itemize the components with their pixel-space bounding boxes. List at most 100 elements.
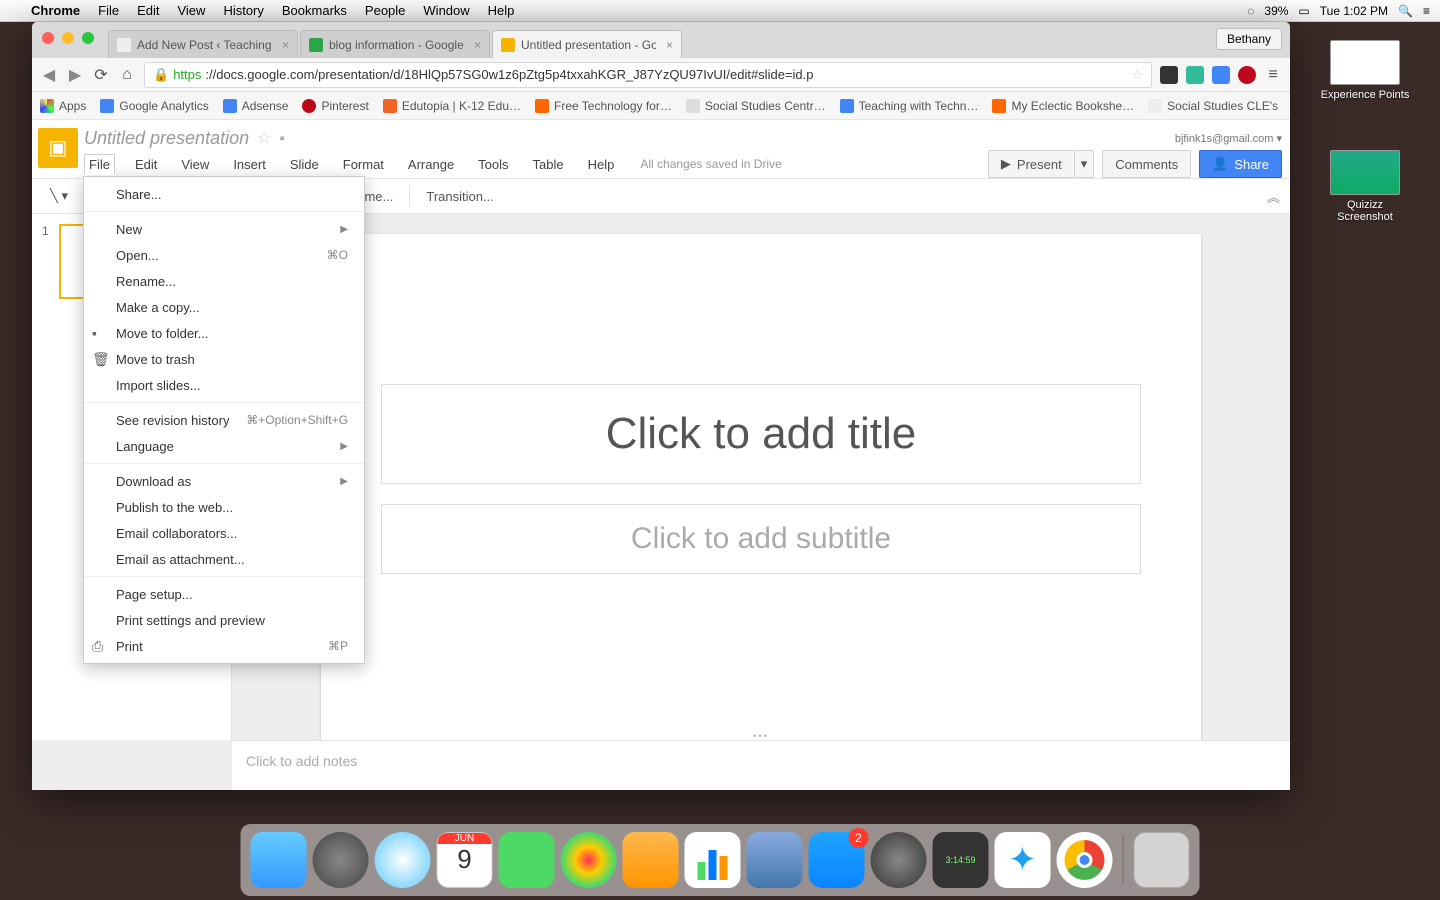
extension-icon[interactable] xyxy=(1212,66,1230,84)
file-menu-item[interactable]: Rename... xyxy=(84,268,364,294)
menu-slide[interactable]: Slide xyxy=(286,155,323,174)
file-menu-item[interactable]: Email as attachment... xyxy=(84,546,364,572)
bookmark-item[interactable]: My Eclectic Bookshe… xyxy=(992,99,1134,113)
folder-icon[interactable]: ▪ xyxy=(279,130,284,147)
mac-menu-history[interactable]: History xyxy=(214,3,272,18)
share-button[interactable]: 👤Share xyxy=(1199,150,1282,178)
reload-button[interactable]: ⟳ xyxy=(92,65,110,85)
chrome-icon[interactable] xyxy=(1057,832,1113,888)
file-menu-item[interactable]: Make a copy... xyxy=(84,294,364,320)
pinterest-extension-icon[interactable] xyxy=(1238,66,1256,84)
trash-icon[interactable] xyxy=(1134,832,1190,888)
pages-icon[interactable] xyxy=(623,832,679,888)
title-placeholder[interactable]: Click to add title xyxy=(381,384,1141,484)
twitter-icon[interactable]: ✦ xyxy=(995,832,1051,888)
back-button[interactable]: ◀ xyxy=(40,65,58,85)
bookmark-item[interactable]: Edutopia | K-12 Edu… xyxy=(383,99,521,113)
mac-menu-window[interactable]: Window xyxy=(414,3,478,18)
present-dropdown[interactable]: ▾ xyxy=(1075,150,1095,178)
system-preferences-icon[interactable] xyxy=(871,832,927,888)
mac-menu-app[interactable]: Chrome xyxy=(22,3,89,18)
chrome-profile-button[interactable]: Bethany xyxy=(1216,28,1282,50)
collapse-toolbar-icon[interactable]: ︽ xyxy=(1267,187,1280,206)
desktop-file-2[interactable]: Quizizz Screenshot xyxy=(1320,150,1410,223)
browser-tab[interactable]: blog information - Google D × xyxy=(300,30,490,58)
menu-table[interactable]: Table xyxy=(529,155,568,174)
account-email[interactable]: bjfink1s@gmail.com ▾ xyxy=(1175,132,1282,145)
extension-icon[interactable] xyxy=(1186,66,1204,84)
appstore-icon[interactable]: 2 xyxy=(809,832,865,888)
zoom-window-button[interactable] xyxy=(82,32,94,44)
mac-menu-people[interactable]: People xyxy=(356,3,414,18)
file-menu-item[interactable]: Email collaborators... xyxy=(84,520,364,546)
photos-icon[interactable] xyxy=(561,832,617,888)
numbers-icon[interactable] xyxy=(685,832,741,888)
menu-insert[interactable]: Insert xyxy=(229,155,270,174)
bookmark-item[interactable]: Social Studies CLE's xyxy=(1148,99,1278,113)
bookmark-item[interactable]: Teaching with Techn… xyxy=(840,99,979,113)
bookmark-item[interactable]: Social Studies Centr… xyxy=(686,99,826,113)
safari-icon[interactable] xyxy=(375,832,431,888)
file-menu-item[interactable]: Import slides... xyxy=(84,372,364,398)
notes-resize-handle[interactable]: ••• xyxy=(232,732,1290,740)
slide-canvas[interactable]: Click to add title Click to add subtitle xyxy=(321,234,1201,754)
desktop-file-1[interactable]: Experience Points xyxy=(1320,40,1410,101)
home-button[interactable]: ⌂ xyxy=(118,66,136,84)
menu-edit[interactable]: Edit xyxy=(131,155,161,174)
subtitle-placeholder[interactable]: Click to add subtitle xyxy=(381,504,1141,574)
forward-button[interactable]: ▶ xyxy=(66,65,84,85)
menu-view[interactable]: View xyxy=(177,155,213,174)
bookmark-item[interactable]: Pinterest xyxy=(302,99,368,113)
mac-menu-help[interactable]: Help xyxy=(479,3,524,18)
menu-tools[interactable]: Tools xyxy=(474,155,512,174)
chrome-menu-icon[interactable]: ≡ xyxy=(1264,66,1282,84)
close-tab-icon[interactable]: × xyxy=(474,38,481,52)
menu-file[interactable]: File xyxy=(84,154,115,175)
mac-menu-file[interactable]: File xyxy=(89,3,128,18)
launchpad-icon[interactable] xyxy=(313,832,369,888)
close-tab-icon[interactable]: × xyxy=(282,38,289,52)
browser-tab[interactable]: Add New Post ‹ Teaching w × xyxy=(108,30,298,58)
finder-icon[interactable] xyxy=(251,832,307,888)
address-bar[interactable]: 🔒 https ://docs.google.com/presentation/… xyxy=(144,62,1152,88)
speaker-notes[interactable]: Click to add notes xyxy=(232,740,1290,790)
calendar-icon[interactable]: JUN 9 xyxy=(437,832,493,888)
bookmark-item[interactable]: Free Technology for… xyxy=(535,99,672,113)
file-menu-item[interactable]: Page setup... xyxy=(84,581,364,607)
file-menu-item[interactable]: ⎙Print⌘P xyxy=(84,633,364,659)
star-icon[interactable]: ☆ xyxy=(257,128,271,148)
extension-icon[interactable] xyxy=(1160,66,1178,84)
clock[interactable]: Tue 1:02 PM xyxy=(1320,4,1388,18)
file-menu-item[interactable]: Publish to the web... xyxy=(84,494,364,520)
file-menu-item[interactable]: ▪Move to folder... xyxy=(84,320,364,346)
file-menu-item[interactable]: Open...⌘O xyxy=(84,242,364,268)
bookmark-item[interactable]: Adsense xyxy=(223,99,289,113)
present-button[interactable]: ▶Present xyxy=(988,150,1075,178)
notification-center-icon[interactable]: ≡ xyxy=(1423,4,1430,18)
file-menu-item[interactable]: See revision history⌘+Option+Shift+G xyxy=(84,407,364,433)
bookmark-item[interactable]: Google Analytics xyxy=(100,99,208,113)
spotlight-icon[interactable]: 🔍 xyxy=(1398,4,1413,18)
bookmark-star-icon[interactable]: ☆ xyxy=(1131,67,1143,83)
mac-menu-view[interactable]: View xyxy=(168,3,214,18)
transition-button[interactable]: Transition... xyxy=(418,185,501,208)
file-menu-item[interactable]: Download as▶ xyxy=(84,468,364,494)
canvas-area[interactable]: Click to add title Click to add subtitle xyxy=(232,214,1290,740)
battery-icon[interactable]: ▭ xyxy=(1298,4,1309,18)
calculator-icon[interactable]: 3:14:59 xyxy=(933,832,989,888)
close-window-button[interactable] xyxy=(42,32,54,44)
line-tool-icon[interactable]: ╲ ▾ xyxy=(42,184,76,208)
comments-button[interactable]: Comments xyxy=(1102,150,1191,178)
menu-format[interactable]: Format xyxy=(339,155,388,174)
keynote-icon[interactable] xyxy=(747,832,803,888)
file-menu-item[interactable]: Language▶ xyxy=(84,433,364,459)
file-menu-item[interactable]: 🗑Move to trash xyxy=(84,346,364,372)
bookmark-apps[interactable]: Apps xyxy=(40,99,86,113)
document-title[interactable]: Untitled presentation xyxy=(84,128,249,149)
menu-arrange[interactable]: Arrange xyxy=(404,155,458,174)
file-menu-item[interactable]: Share... xyxy=(84,181,364,207)
mac-menu-edit[interactable]: Edit xyxy=(128,3,168,18)
dropbox-icon[interactable]: ◌ xyxy=(1247,4,1254,18)
file-menu-item[interactable]: Print settings and preview xyxy=(84,607,364,633)
slides-logo-icon[interactable]: ▣ xyxy=(38,128,78,168)
